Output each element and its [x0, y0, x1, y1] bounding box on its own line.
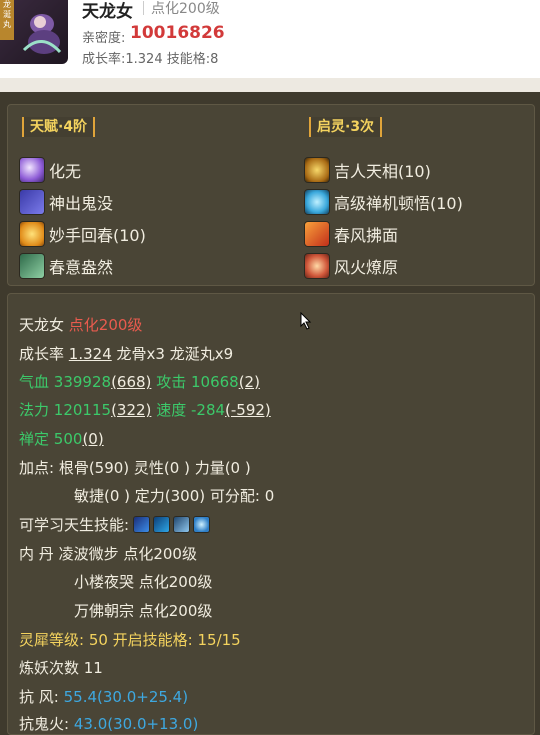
- mp-spd-line: 法力 120115(322) 速度 -284(-592): [19, 399, 271, 420]
- mp-label: 法力: [19, 401, 50, 419]
- zen-value: 500: [53, 430, 83, 448]
- mp-bonus[interactable]: (322): [111, 401, 151, 419]
- shenchuguimei-skill-icon: [20, 190, 44, 214]
- pet-avatar[interactable]: 龙涎丸: [0, 0, 68, 64]
- detail-name: 天龙女: [19, 316, 65, 334]
- learnable-skills-line: 可学习天生技能:: [19, 514, 214, 535]
- detail-name-line: 天龙女 点化200级: [19, 314, 142, 335]
- inspire-item[interactable]: 高级禅机顿悟(10): [305, 188, 463, 216]
- talent-item[interactable]: 神出鬼没: [20, 188, 113, 216]
- atk-label: 攻击: [156, 373, 187, 391]
- resist-wind-label: 抗 风:: [19, 688, 59, 706]
- talent-title: 天赋·4阶: [22, 117, 96, 137]
- skill-wave-icon[interactable]: [153, 517, 169, 532]
- inspire-item[interactable]: 春风拂面: [305, 220, 398, 248]
- resist-wind-line: 抗 风: 55.4(30.0+25.4): [19, 686, 188, 707]
- resist-ghostfire-label: 抗鬼火:: [19, 715, 70, 733]
- inspire-item[interactable]: 吉人天相(10): [305, 156, 431, 184]
- header-separator: [0, 78, 540, 92]
- zen-label: 禅定: [19, 430, 50, 448]
- mp-value: 120115: [53, 401, 112, 419]
- pet-name: 天龙女: [82, 2, 133, 22]
- refine-count-line: 炼妖次数 11: [19, 659, 103, 677]
- resist-ghostfire-value: 43.0(30.0+13.0): [73, 715, 199, 733]
- talent-label: 化无: [49, 162, 82, 181]
- talent-item[interactable]: 春意盎然: [20, 252, 113, 280]
- avatar-tag: 龙涎丸: [0, 0, 14, 40]
- inspire-label: 高级禅机顿悟(10): [334, 194, 463, 213]
- points-line-1: 加点: 根骨(590) 灵性(0 ) 力量(0 ): [19, 459, 251, 477]
- dragon-girl-portrait-icon: [22, 14, 62, 54]
- growth-value[interactable]: 1.324: [69, 345, 112, 363]
- detail-level: 点化200级: [68, 316, 143, 334]
- neidan-label: 内 丹: [19, 545, 54, 563]
- points-line-2: 敏捷(0 ) 定力(300) 可分配: 0: [74, 487, 275, 505]
- talent-item[interactable]: 化无: [20, 156, 81, 184]
- growth-extra: 龙骨x3 龙涎丸x9: [116, 345, 234, 363]
- intimacy-label: 亲密度:: [82, 31, 126, 46]
- pet-level: 点化200级: [151, 1, 220, 17]
- talent-label: 神出鬼没: [49, 194, 114, 213]
- growth-summary: 成长率:1.324 技能格:8: [82, 52, 219, 67]
- hp-value: 339928: [53, 373, 112, 391]
- pet-detail-panel: 天龙女 点化200级 成长率 1.324 龙骨x3 龙涎丸x9 气血 33992…: [7, 293, 535, 735]
- talent-item[interactable]: 妙手回春(10): [20, 220, 146, 248]
- hp-label: 气血: [19, 373, 50, 391]
- neidan-item[interactable]: 万佛朝宗 点化200级: [74, 600, 212, 621]
- fenghuoliaoyuan-skill-icon: [305, 254, 329, 278]
- skill-slash-icon[interactable]: [133, 517, 149, 532]
- talent-panel: 天赋·4阶 启灵·3次 化无 神出鬼没 妙手回春(10) 春意盎然 吉人天相(1…: [7, 104, 535, 286]
- atk-bonus[interactable]: (2): [239, 373, 260, 391]
- growth-label: 成长率: [19, 345, 65, 363]
- rhino-level-line: 灵犀等级: 50 开启技能格: 15/15: [19, 631, 241, 649]
- neidan-line-1: 内 丹 凌波微步 点化200级: [19, 543, 197, 564]
- spd-bonus[interactable]: (-592): [225, 401, 271, 419]
- jirentianxiang-skill-icon: [305, 158, 329, 182]
- spd-label: 速度: [156, 401, 187, 419]
- hp-bonus[interactable]: (668): [111, 373, 151, 391]
- inspire-label: 吉人天相(10): [334, 162, 431, 181]
- miaoshouhuichun-skill-icon: [20, 222, 44, 246]
- chunyiangran-skill-icon: [20, 254, 44, 278]
- skill-orb-icon[interactable]: [193, 517, 209, 532]
- resist-ghostfire-line: 抗鬼火: 43.0(30.0+13.0): [19, 713, 198, 734]
- learnable-label: 可学习天生技能:: [19, 516, 130, 534]
- neidan-item[interactable]: 凌波微步 点化200级: [59, 545, 197, 563]
- chanjidunwu-skill-icon: [305, 190, 329, 214]
- atk-value: 10668: [190, 373, 239, 391]
- skill-armor-icon[interactable]: [173, 517, 189, 532]
- huawu-skill-icon: [20, 158, 44, 182]
- spd-value: -284: [190, 401, 226, 419]
- inspire-label: 春风拂面: [334, 226, 399, 245]
- talent-label: 春意盎然: [49, 258, 114, 277]
- inspire-label: 风火燎原: [334, 258, 399, 277]
- neidan-item[interactable]: 小楼夜哭 点化200级: [74, 571, 212, 592]
- resist-wind-value: 55.4(30.0+25.4): [63, 688, 189, 706]
- zen-bonus[interactable]: (0): [82, 430, 103, 448]
- inspire-title: 启灵·3次: [309, 117, 383, 137]
- inspire-item[interactable]: 风火燎原: [305, 252, 398, 280]
- growth-line: 成长率 1.324 龙骨x3 龙涎丸x9: [19, 343, 233, 364]
- talent-label: 妙手回春(10): [49, 226, 146, 245]
- mouse-cursor-icon: [300, 312, 312, 330]
- chunfengfumian-skill-icon: [305, 222, 329, 246]
- intimacy-value: 10016826: [130, 23, 225, 43]
- header-divider: [143, 1, 144, 15]
- pet-header: 龙涎丸 天龙女 点化200级 亲密度: 10016826 成长率:1.324 技…: [0, 0, 540, 78]
- hp-atk-line: 气血 339928(668) 攻击 10668(2): [19, 371, 260, 392]
- zen-line: 禅定 500(0): [19, 428, 104, 449]
